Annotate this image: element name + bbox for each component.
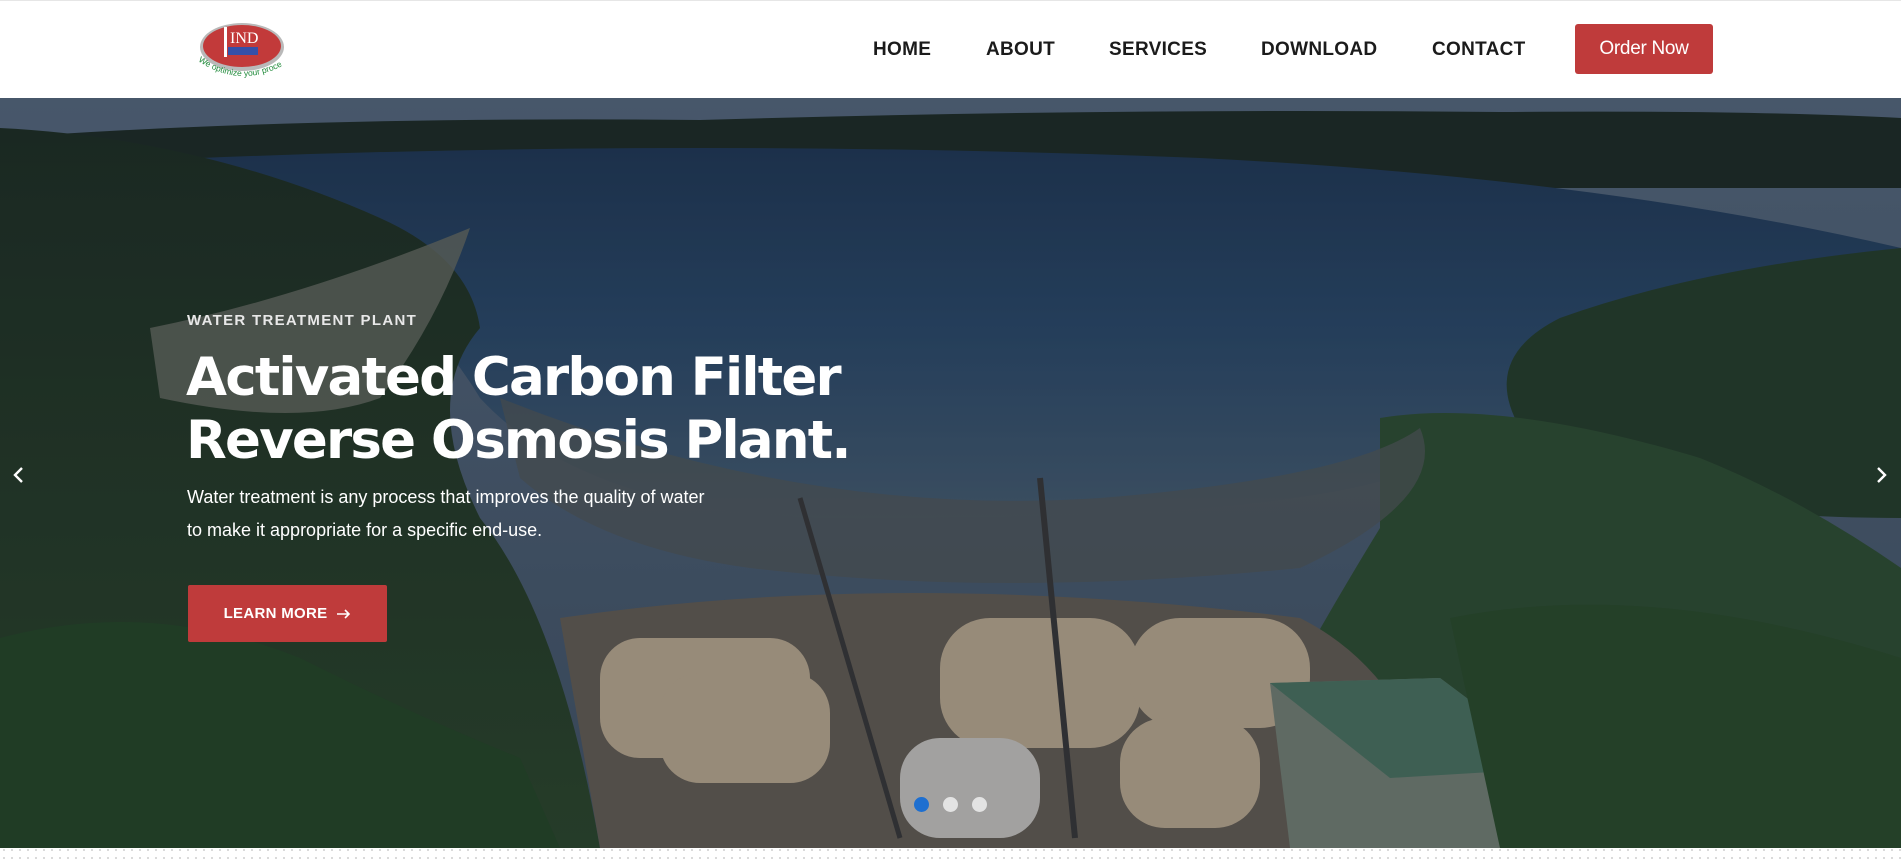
slide-dot-2[interactable] <box>943 797 958 812</box>
hero-title-line-1: Activated Carbon Filter <box>186 347 842 408</box>
slider-next-button[interactable] <box>1866 460 1896 490</box>
learn-more-label: LEARN MORE <box>223 605 328 622</box>
nav-home[interactable]: HOME <box>873 39 931 61</box>
learn-more-button[interactable]: LEARN MORE <box>188 585 387 642</box>
order-now-button[interactable]: Order Now <box>1575 24 1713 74</box>
slide-dot-3[interactable] <box>972 797 987 812</box>
nav-contact[interactable]: CONTACT <box>1432 39 1526 61</box>
nav-services[interactable]: SERVICES <box>1109 39 1207 61</box>
chevron-right-icon <box>1877 467 1887 483</box>
hero-title: Activated Carbon Filter Reverse Osmosis … <box>186 346 886 472</box>
slider-prev-button[interactable] <box>4 460 34 490</box>
hero-eyebrow: WATER TREATMENT PLANT <box>187 312 418 329</box>
site-header: IND We optimize your process HOME ABOUT … <box>0 0 1901 98</box>
section-divider <box>0 848 1901 862</box>
hero-description: Water treatment is any process that impr… <box>187 487 705 540</box>
arrow-right-icon <box>337 608 351 619</box>
hero-overlay <box>0 98 1901 848</box>
nav-about[interactable]: ABOUT <box>986 39 1055 61</box>
slide-dot-1[interactable] <box>914 797 929 812</box>
chevron-left-icon <box>13 467 23 483</box>
slider-pagination <box>911 797 991 815</box>
hero-slider: WATER TREATMENT PLANT Activated Carbon F… <box>0 98 1901 848</box>
hero-title-line-2: Reverse Osmosis Plant. <box>186 410 851 471</box>
nav-download[interactable]: DOWNLOAD <box>1261 39 1377 61</box>
